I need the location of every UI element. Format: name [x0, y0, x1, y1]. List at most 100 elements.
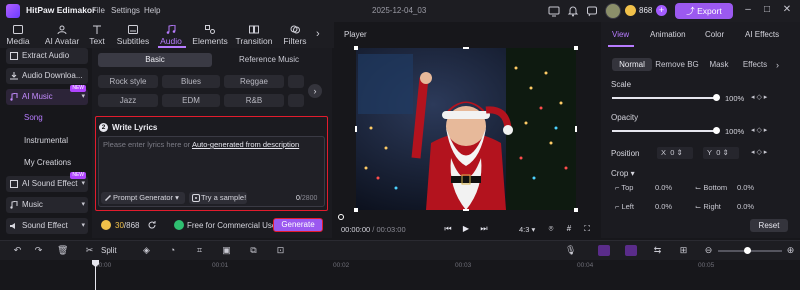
tab-audio[interactable]: Audio	[156, 22, 186, 48]
maximize-icon[interactable]: □	[761, 4, 773, 16]
split-icon[interactable]: ✂	[84, 245, 95, 256]
keyframe-nav-icon[interactable]: ◂ ◇ ▸	[751, 93, 767, 101]
bell-icon[interactable]	[567, 5, 579, 17]
mirror-icon[interactable]: ⧉	[248, 245, 259, 256]
split-label[interactable]: Split	[101, 246, 117, 255]
sidebar-item-ai-sound-effect[interactable]: AI Sound Effect ▾ NEW	[6, 172, 88, 192]
opacity-slider-knob[interactable]	[713, 127, 720, 134]
sidebar-subitem-instrumental[interactable]: Instrumental	[24, 136, 68, 145]
genres-next-button[interactable]: ›	[308, 84, 322, 98]
menu-settings[interactable]: Settings	[111, 6, 140, 15]
keyframe-nav-icon[interactable]: ◂ ◇ ▸	[751, 148, 767, 156]
zoom-in-icon[interactable]: ⊕	[785, 245, 796, 256]
link-icon[interactable]	[598, 245, 610, 256]
scale-slider-knob[interactable]	[713, 94, 720, 101]
subtab-effects[interactable]: Effects	[738, 58, 772, 71]
inspector-tab-ai-effects[interactable]: AI Effects	[745, 30, 779, 39]
speed-icon[interactable]: ◔	[167, 245, 178, 256]
genre-more[interactable]	[288, 75, 304, 88]
generate-button[interactable]: Generate	[273, 218, 323, 232]
tab-elements[interactable]: Elements	[190, 22, 230, 48]
snap-icon[interactable]	[625, 245, 637, 256]
aspect-ratio-select[interactable]: 4:3 ▾	[519, 225, 535, 234]
auto-generate-link[interactable]: Auto-generated from description	[192, 140, 299, 149]
inspector-tab-animation[interactable]: Animation	[650, 30, 686, 39]
sidebar-item-sound-effect[interactable]: Sound Effect ▾	[6, 218, 88, 234]
subtab-remove-bg[interactable]: Remove BG	[654, 58, 700, 71]
genre-more[interactable]	[288, 94, 304, 107]
prompt-generator-button[interactable]: Prompt Generator ▾	[101, 192, 185, 204]
genre-edm[interactable]: EDM	[162, 94, 220, 107]
keyframe-nav-icon[interactable]: ◂ ◇ ▸	[751, 126, 767, 134]
inspector-tab-color[interactable]: Color	[705, 30, 724, 39]
sidebar-subitem-song[interactable]: Song	[24, 113, 43, 122]
fullscreen-icon[interactable]: ⛶	[582, 224, 592, 234]
resize-handle[interactable]	[574, 208, 578, 212]
export-button[interactable]: ⤴ Export	[675, 3, 733, 19]
tab-media[interactable]: Media	[4, 22, 32, 48]
monitor-icon[interactable]	[548, 5, 560, 17]
user-avatar[interactable]	[605, 3, 621, 19]
genre-rock-style[interactable]: Rock style	[98, 75, 158, 88]
mode-tab-basic[interactable]: Basic	[98, 53, 212, 67]
close-icon[interactable]: ✕	[781, 4, 793, 16]
timeline-ruler[interactable]	[0, 260, 800, 290]
progress-scrubber[interactable]	[338, 214, 344, 220]
zoom-out-icon[interactable]: ⊖	[703, 245, 714, 256]
sidebar-item-ai-music[interactable]: AI Music ▾ NEW	[6, 85, 88, 105]
genre-blues[interactable]: Blues	[162, 75, 220, 88]
tab-text[interactable]: Text	[86, 22, 108, 48]
mode-tab-reference-music[interactable]: Reference Music	[212, 53, 326, 67]
tab-transition[interactable]: Transition	[234, 22, 274, 48]
menu-file[interactable]: File	[92, 6, 105, 15]
crop-right-field[interactable]: ⌙ Right 0.0%	[695, 201, 767, 213]
zoom-slider-knob[interactable]	[744, 247, 751, 254]
crop-bottom-field[interactable]: ⌙ Bottom 0.0%	[695, 182, 767, 194]
resize-handle[interactable]	[354, 46, 358, 50]
more-tools-icon[interactable]: ⊡	[275, 245, 286, 256]
crop-icon[interactable]: ⌗	[194, 245, 205, 256]
step-back-icon[interactable]: ⏮	[443, 224, 453, 234]
menu-help[interactable]: Help	[144, 6, 160, 15]
reset-button[interactable]: Reset	[750, 219, 788, 232]
resize-handle[interactable]	[574, 46, 578, 50]
genre-jazz[interactable]: Jazz	[98, 94, 158, 107]
delete-icon[interactable]: 🗑	[57, 245, 68, 256]
inspector-tab-view[interactable]: View	[612, 30, 629, 39]
try-sample-button[interactable]: Try a sample!	[189, 192, 247, 204]
position-y-field[interactable]: Y 0 ⇕	[703, 147, 739, 159]
sidebar-item-extract-audio[interactable]: Extract Audio	[6, 48, 88, 64]
add-coins-button[interactable]: +	[656, 5, 667, 16]
crop-top-field[interactable]: ⌐ Top 0.0%	[615, 182, 687, 194]
fit-icon[interactable]: ⊞	[678, 245, 689, 256]
sidebar-item-music[interactable]: Music ▾	[6, 197, 88, 213]
position-x-field[interactable]: X 0 ⇕	[657, 147, 693, 159]
resize-handle[interactable]	[463, 209, 469, 211]
resize-handle[interactable]	[354, 208, 358, 212]
video-preview[interactable]	[356, 48, 576, 210]
scale-value[interactable]: 100%	[725, 94, 744, 103]
redo-icon[interactable]: ↷	[33, 245, 44, 256]
messages-icon[interactable]	[586, 5, 598, 17]
microphone-icon[interactable]: 🎙	[565, 245, 576, 256]
undo-icon[interactable]: ↶	[12, 245, 23, 256]
freeze-icon[interactable]: ▣	[221, 245, 232, 256]
crop-left-field[interactable]: ⌐ Left 0.0%	[615, 201, 687, 213]
refresh-icon[interactable]	[147, 220, 157, 230]
tab-ai-avatar[interactable]: AI Avatar	[42, 22, 82, 48]
marker-icon[interactable]: ◈	[141, 245, 152, 256]
resize-handle[interactable]	[575, 126, 577, 132]
step-forward-icon[interactable]: ⏭	[479, 224, 489, 234]
sidebar-subitem-my-creations[interactable]: My Creations	[24, 158, 71, 167]
tab-filters[interactable]: Filters	[280, 22, 310, 48]
play-icon[interactable]: ▶	[461, 224, 471, 234]
subtab-mask[interactable]: Mask	[704, 58, 734, 71]
resize-handle[interactable]	[463, 47, 469, 49]
track-icon[interactable]: ⇆	[652, 245, 663, 256]
tab-subtitles[interactable]: Subtitles	[114, 22, 152, 48]
subtab-normal[interactable]: Normal	[612, 58, 652, 71]
resize-handle[interactable]	[355, 126, 357, 132]
genre-rnb[interactable]: R&B	[224, 94, 284, 107]
snapshot-icon[interactable]: ⌾	[546, 224, 556, 234]
minimize-icon[interactable]: –	[742, 4, 754, 16]
